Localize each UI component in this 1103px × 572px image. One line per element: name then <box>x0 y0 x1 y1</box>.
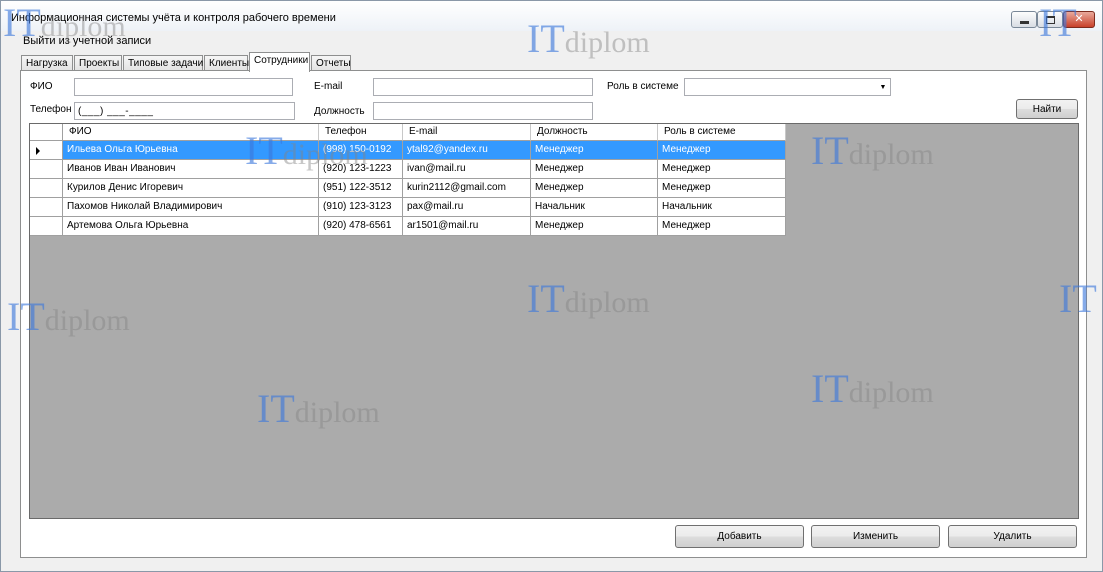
cell-phone[interactable]: (920) 478-6561 <box>319 217 403 236</box>
delete-button[interactable]: Удалить <box>948 525 1077 548</box>
chevron-down-icon[interactable]: ▼ <box>876 79 890 95</box>
close-button[interactable]: ✕ <box>1063 11 1095 28</box>
phone-label: Телефон <box>30 104 72 115</box>
cell-phone[interactable]: (910) 123-3123 <box>319 198 403 217</box>
cell-position[interactable]: Менеджер <box>531 141 658 160</box>
role-label: Роль в системе <box>607 81 679 92</box>
cell-email[interactable]: ar1501@mail.ru <box>403 217 531 236</box>
minimize-button[interactable] <box>1011 11 1037 28</box>
role-select[interactable]: ▼ <box>684 78 891 96</box>
column-header-phone[interactable]: Телефон <box>319 124 403 141</box>
cell-position[interactable]: Менеджер <box>531 160 658 179</box>
minimize-icon <box>1019 21 1029 24</box>
cell-role[interactable]: Менеджер <box>658 179 786 198</box>
edit-button[interactable]: Изменить <box>811 525 940 548</box>
app-window: Информационная системы учёта и контроля … <box>0 0 1103 572</box>
maximize-icon <box>1045 15 1055 24</box>
cell-role[interactable]: Менеджер <box>658 217 786 236</box>
phone-input[interactable]: (___) ___-____ <box>74 102 295 120</box>
cell-phone[interactable]: (951) 122-3512 <box>319 179 403 198</box>
cell-email[interactable]: ytal92@yandex.ru <box>403 141 531 160</box>
tab-employees[interactable]: Сотрудники <box>249 52 310 72</box>
cell-fio[interactable]: Ильева Ольга Юрьевна <box>63 141 319 160</box>
logout-menu-item[interactable]: Выйти из учетной записи <box>23 35 151 47</box>
position-label: Должность <box>314 106 365 117</box>
cell-position[interactable]: Менеджер <box>531 179 658 198</box>
row-pointer-icon <box>36 147 40 155</box>
maximize-button[interactable] <box>1037 11 1063 28</box>
column-header-role[interactable]: Роль в системе <box>658 124 786 141</box>
title-bar[interactable]: Информационная системы учёта и контроля … <box>1 1 1102 31</box>
add-button[interactable]: Добавить <box>675 525 804 548</box>
tab-workload[interactable]: Нагрузка <box>21 55 73 71</box>
cell-role[interactable]: Начальник <box>658 198 786 217</box>
fio-label: ФИО <box>30 81 53 92</box>
cell-email[interactable]: pax@mail.ru <box>403 198 531 217</box>
column-header-position[interactable]: Должность <box>531 124 658 141</box>
cell-role[interactable]: Менеджер <box>658 141 786 160</box>
cell-phone[interactable]: (920) 123-1223 <box>319 160 403 179</box>
phone-mask: (___) ___-____ <box>78 106 154 117</box>
row-header[interactable] <box>30 217 63 236</box>
column-header-fio[interactable]: ФИО <box>63 124 319 141</box>
cell-fio[interactable]: Курилов Денис Игоревич <box>63 179 319 198</box>
close-icon: ✕ <box>1074 13 1084 25</box>
search-button[interactable]: Найти <box>1016 99 1078 119</box>
position-input[interactable] <box>373 102 593 120</box>
row-header[interactable] <box>30 160 63 179</box>
grid-corner-header <box>30 124 63 141</box>
cell-position[interactable]: Менеджер <box>531 217 658 236</box>
tab-clients[interactable]: Клиенты <box>204 55 249 71</box>
row-header[interactable] <box>30 179 63 198</box>
email-input[interactable] <box>373 78 593 96</box>
column-header-email[interactable]: E-mail <box>403 124 531 141</box>
tab-projects[interactable]: Проекты <box>74 55 122 71</box>
cell-fio[interactable]: Пахомов Николай Владимирович <box>63 198 319 217</box>
cell-position[interactable]: Начальник <box>531 198 658 217</box>
employees-grid: ФИО Телефон E-mail Должность Роль в сист… <box>29 123 1079 519</box>
cell-email[interactable]: ivan@mail.ru <box>403 160 531 179</box>
fio-input[interactable] <box>74 78 293 96</box>
row-header[interactable] <box>30 198 63 217</box>
cell-email[interactable]: kurin2112@gmail.com <box>403 179 531 198</box>
cell-fio[interactable]: Иванов Иван Иванович <box>63 160 319 179</box>
cell-fio[interactable]: Артемова Ольга Юрьевна <box>63 217 319 236</box>
email-label: E-mail <box>314 81 343 92</box>
window-title: Информационная системы учёта и контроля … <box>11 12 336 24</box>
tab-typical-tasks[interactable]: Типовые задачи <box>123 55 203 71</box>
row-header[interactable] <box>30 141 63 160</box>
tab-reports[interactable]: Отчеты <box>311 55 351 71</box>
cell-phone[interactable]: (998) 150-0192 <box>319 141 403 160</box>
cell-role[interactable]: Менеджер <box>658 160 786 179</box>
